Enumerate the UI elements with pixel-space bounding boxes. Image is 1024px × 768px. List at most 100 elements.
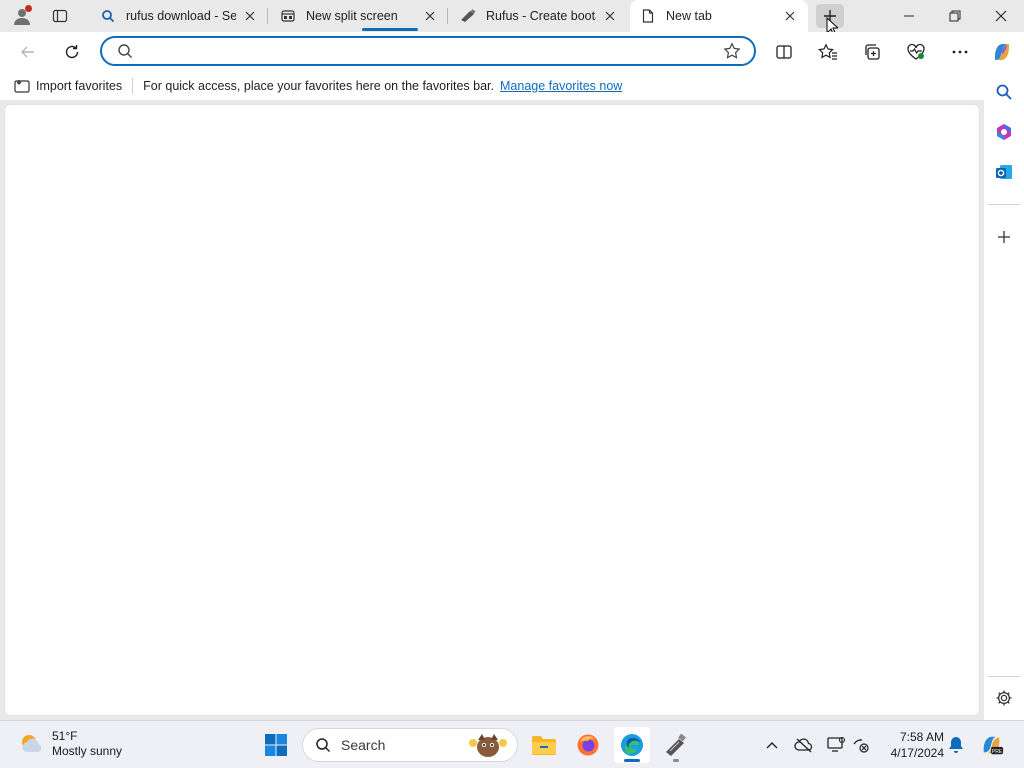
back-button[interactable] [14,38,42,66]
refresh-icon [65,45,79,59]
close-tab-icon[interactable] [422,8,438,24]
rufus-button[interactable] [658,727,694,763]
address-bar[interactable] [100,36,756,66]
search-icon [116,42,134,60]
add-favorite-button[interactable] [718,37,746,65]
start-button[interactable] [258,727,294,763]
weather-temperature: 51°F [52,729,78,743]
tab-rufus-create-bootable[interactable]: Rufus - Create bootab [450,0,628,32]
windows-logo-icon [265,734,287,756]
firefox-button[interactable] [570,727,606,763]
taskbar-search-label: Search [341,737,386,753]
refresh-button[interactable] [58,38,86,66]
sidebar-outlook-button[interactable] [990,158,1018,186]
close-icon [995,10,1007,22]
tab-separator [447,8,448,24]
clock-date: 4/17/2024 [890,746,944,760]
show-hidden-icons-button[interactable] [760,733,784,757]
system-clock[interactable]: 7:58 AM 4/17/2024 [880,729,944,761]
manage-favorites-link[interactable]: Manage favorites now [500,79,622,93]
chevron-up-icon [766,742,778,749]
split-screen-icon [776,45,792,59]
edge-icon [621,734,643,756]
more-icon [952,50,968,54]
tab-title: Rufus - Create bootab [486,9,596,23]
favorites-button[interactable] [814,38,842,66]
close-tab-icon[interactable] [602,8,618,24]
active-app-indicator [624,759,640,762]
tab-title: New split screen [306,9,398,23]
network-disconnected-icon [853,739,869,753]
windows-taskbar: 51°F Mostly sunny Search 7:58 AM 4/17/20… [0,720,1024,768]
minimize-icon [904,15,914,17]
close-tab-icon[interactable] [782,8,798,24]
tab-new-split-screen[interactable]: New split screen [270,0,448,32]
split-screen-button[interactable] [770,38,798,66]
search-icon [996,84,1012,100]
close-tab-icon[interactable] [242,8,258,24]
tab-title: New tab [666,9,712,23]
onedrive-button[interactable] [792,733,816,757]
collections-icon [865,44,880,60]
tab-rufus-search[interactable]: rufus download - Sea [90,0,268,32]
import-favorites-button[interactable]: Import favorites [14,79,122,93]
sidebar-m365-button[interactable] [990,118,1018,146]
favorites-bar: Import favorites For quick access, place… [0,72,984,100]
edge-button[interactable] [614,727,650,763]
running-app-indicator [673,759,679,762]
profile-notification-dot [25,5,32,12]
sidebar-divider [988,676,1020,677]
browser-essentials-button[interactable] [902,38,930,66]
copilot-button[interactable] [988,38,1016,66]
favorites-hint: For quick access, place your favorites h… [143,79,495,93]
address-input[interactable] [142,40,718,62]
page-content[interactable] [4,104,980,716]
star-icon [723,42,741,59]
page-icon [640,8,656,24]
copilot-pre-icon: PRE [983,736,1004,755]
search-highlight-icon [469,734,507,757]
folder-icon [532,736,556,755]
tab-new-tab[interactable]: New tab [630,0,808,32]
favorites-icon [818,43,837,60]
plus-icon [998,231,1010,243]
rufus-icon [666,733,686,756]
title-bar: rufus download - Sea New split screen Ru… [0,0,1024,37]
tab-actions-button[interactable] [46,3,74,29]
network-button[interactable] [850,733,874,757]
copilot-icon [995,44,1009,60]
tab-title: rufus download - Sea [126,9,236,23]
firefox-icon [577,734,599,756]
collections-button[interactable] [858,38,886,66]
import-favorites-icon [14,80,30,93]
sidebar-search-button[interactable] [990,78,1018,106]
minimize-button[interactable] [886,0,932,32]
sidebar-divider [988,204,1020,205]
profile-button[interactable] [8,3,36,29]
monitor-icon [827,736,846,752]
search-icon [100,8,116,24]
search-icon [316,738,331,753]
weather-widget[interactable]: 51°F Mostly sunny [18,729,122,759]
restore-button[interactable] [932,0,978,32]
navigation-toolbar [0,32,1024,72]
copilot-taskbar-button[interactable]: PRE [980,733,1004,757]
file-explorer-button[interactable] [526,727,562,763]
taskbar-search-box[interactable]: Search [302,728,518,762]
display-button[interactable] [824,733,848,757]
outlook-icon [996,165,1012,179]
sidebar-settings-button[interactable] [990,684,1018,712]
tab-separator [267,8,268,24]
edge-sidebar [984,72,1024,720]
notifications-button[interactable] [944,733,968,757]
gear-icon [996,690,1012,706]
bell-icon [949,737,963,753]
settings-and-more-button[interactable] [946,38,974,66]
microsoft-365-icon [997,124,1011,140]
restore-icon [949,10,961,22]
heart-pulse-icon [907,43,925,60]
tab-actions-icon [52,9,68,23]
clock-time: 7:58 AM [899,730,944,744]
sidebar-add-button[interactable] [990,223,1018,251]
close-window-button[interactable] [978,0,1024,32]
